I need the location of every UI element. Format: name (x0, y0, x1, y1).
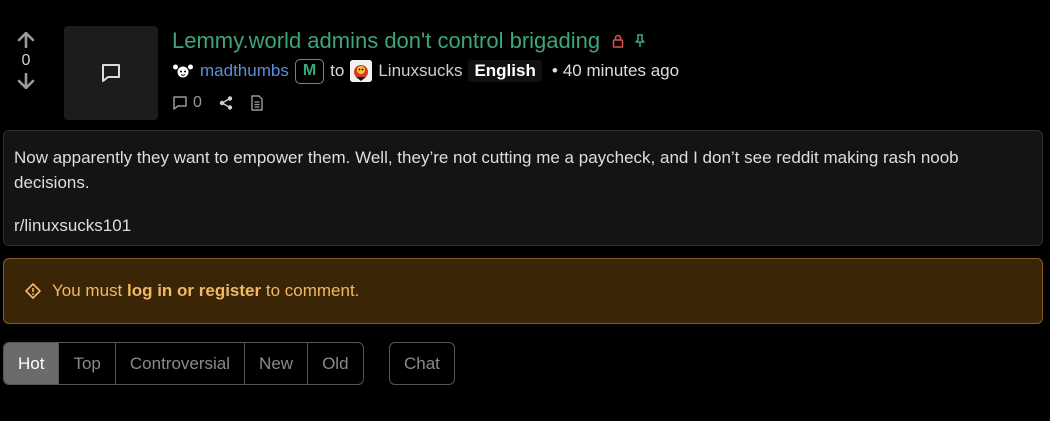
community-link[interactable]: Linuxsucks (378, 61, 462, 81)
view-source-button[interactable] (250, 95, 264, 111)
mod-badge: M (294, 58, 325, 84)
downvote-button[interactable] (17, 72, 35, 90)
comment-icon (172, 95, 188, 111)
sort-old-button[interactable]: Old (307, 343, 362, 384)
pin-icon (634, 34, 646, 48)
to-label: to (330, 61, 345, 80)
sort-hot-button[interactable]: Hot (4, 343, 59, 384)
vote-column: 0 (10, 31, 42, 90)
community-icon (350, 60, 373, 82)
sort-controversial-button[interactable]: Controversial (114, 343, 244, 384)
share-button[interactable] (218, 95, 234, 111)
comment-icon (100, 62, 122, 84)
login-register-link[interactable]: log in or register (127, 281, 261, 301)
sort-top-button[interactable]: Top (58, 343, 114, 384)
comments-button[interactable]: 0 (172, 94, 202, 112)
user-avatar (172, 62, 194, 80)
warning-icon (24, 282, 42, 300)
chat-view-button[interactable]: Chat (389, 342, 455, 385)
post-body-paragraph: Now apparently they want to empower them… (14, 148, 959, 192)
post-actions: 0 (172, 92, 264, 114)
post-title-row: Lemmy.world admins don't control brigadi… (172, 28, 646, 54)
alert-prefix: You must (52, 281, 123, 300)
comment-count: 0 (193, 94, 202, 111)
post-time: 40 minutes ago (562, 61, 680, 80)
lock-icon (612, 34, 624, 48)
post-score: 0 (21, 52, 31, 69)
sort-new-button[interactable]: New (244, 343, 307, 384)
language-badge: English (468, 60, 542, 82)
comment-sort-group: Hot Top Controversial New Old (3, 342, 364, 385)
author-link[interactable]: madthumbs (200, 61, 289, 81)
alert-suffix: to comment. (265, 281, 360, 300)
share-icon (218, 95, 234, 111)
document-icon (250, 95, 264, 111)
post-body: Now apparently they want to empower them… (3, 130, 1043, 246)
post-thumbnail[interactable] (64, 26, 158, 120)
post-body-paragraph: r/linuxsucks101 (14, 216, 132, 235)
time-separator: • (551, 61, 558, 80)
login-alert: You must log in or register to comment. (3, 258, 1043, 324)
post-title[interactable]: Lemmy.world admins don't control brigadi… (172, 28, 600, 54)
upvote-button[interactable] (17, 31, 35, 49)
post-meta: madthumbs M to Linuxsucks English • 40 m… (172, 57, 679, 85)
